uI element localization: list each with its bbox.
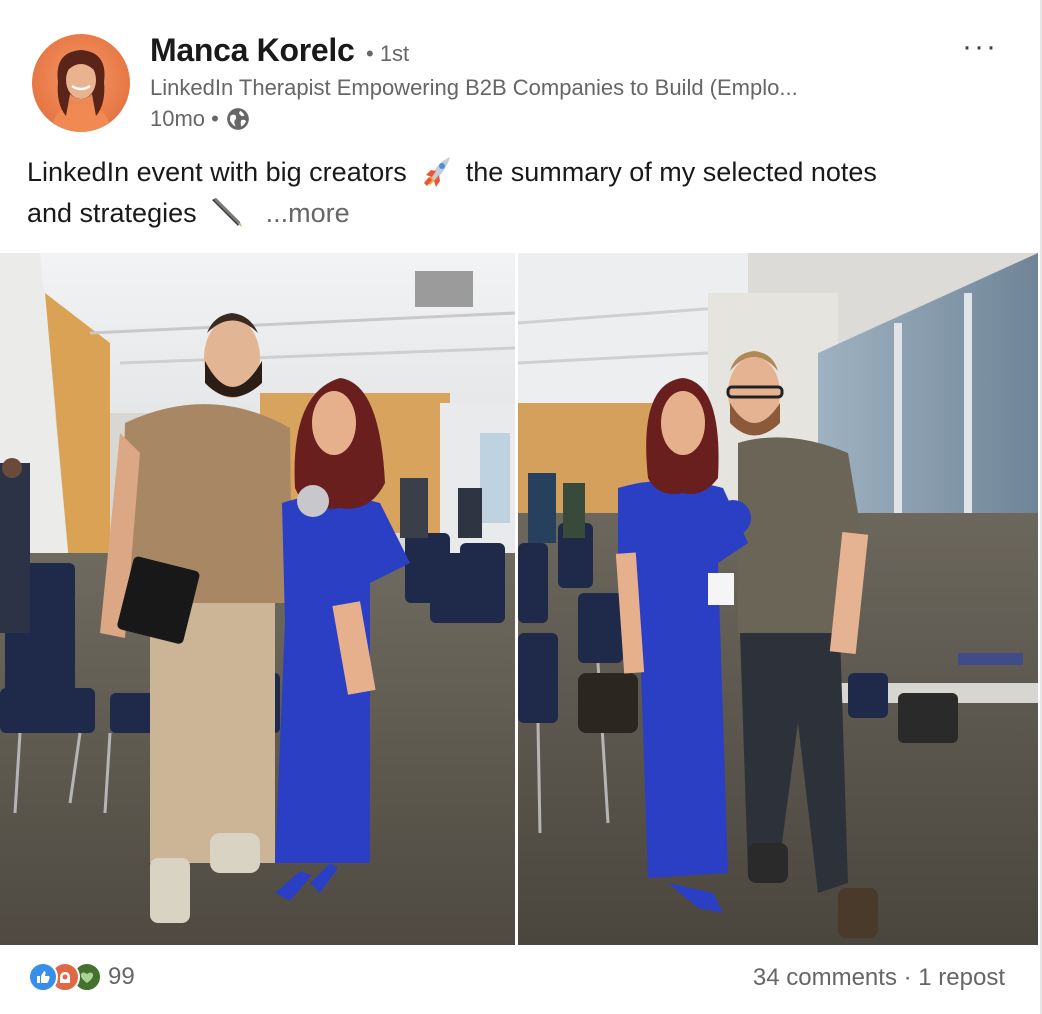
reposts-count-link[interactable]: 1 repost xyxy=(918,964,1005,991)
author-avatar[interactable] xyxy=(32,34,130,132)
event-photo-left[interactable] xyxy=(0,253,515,945)
globe-icon xyxy=(227,108,249,130)
post-text-part-2a: the summary of my selected notes xyxy=(465,157,877,187)
author-name[interactable]: Manca Korelc xyxy=(150,32,355,69)
photo-right-scene xyxy=(518,253,1038,945)
photo-left-scene xyxy=(0,253,515,945)
feed-post-card: Manca Korelc • 1st LinkedIn Therapist Em… xyxy=(0,0,1042,1014)
rocket-icon xyxy=(424,157,451,187)
post-commentary: LinkedIn event with big creators the sum… xyxy=(27,152,1017,234)
pen-icon xyxy=(212,198,243,227)
post-time: 10mo • xyxy=(150,106,219,131)
event-photo-right[interactable] xyxy=(518,253,1038,945)
more-options-button[interactable]: ··· xyxy=(962,30,998,64)
reactions-summary[interactable]: 99 xyxy=(28,962,135,992)
social-counts-separator: · xyxy=(896,964,919,991)
social-counts: 34 comments · 1 repost xyxy=(753,964,1005,992)
post-meta: 10mo • xyxy=(150,106,251,132)
post-text-part-1: LinkedIn event with big creators xyxy=(27,157,407,187)
like-icon xyxy=(28,962,58,992)
see-more-link[interactable]: ...more xyxy=(266,198,350,228)
comments-count-link[interactable]: 34 comments xyxy=(753,964,897,991)
post-text-part-2b: and strategies xyxy=(27,198,197,228)
author-headline[interactable]: LinkedIn Therapist Empowering B2B Compan… xyxy=(150,75,920,101)
reaction-count: 99 xyxy=(108,963,135,990)
connection-degree: • 1st xyxy=(366,41,410,66)
avatar-portrait-icon xyxy=(52,50,110,132)
